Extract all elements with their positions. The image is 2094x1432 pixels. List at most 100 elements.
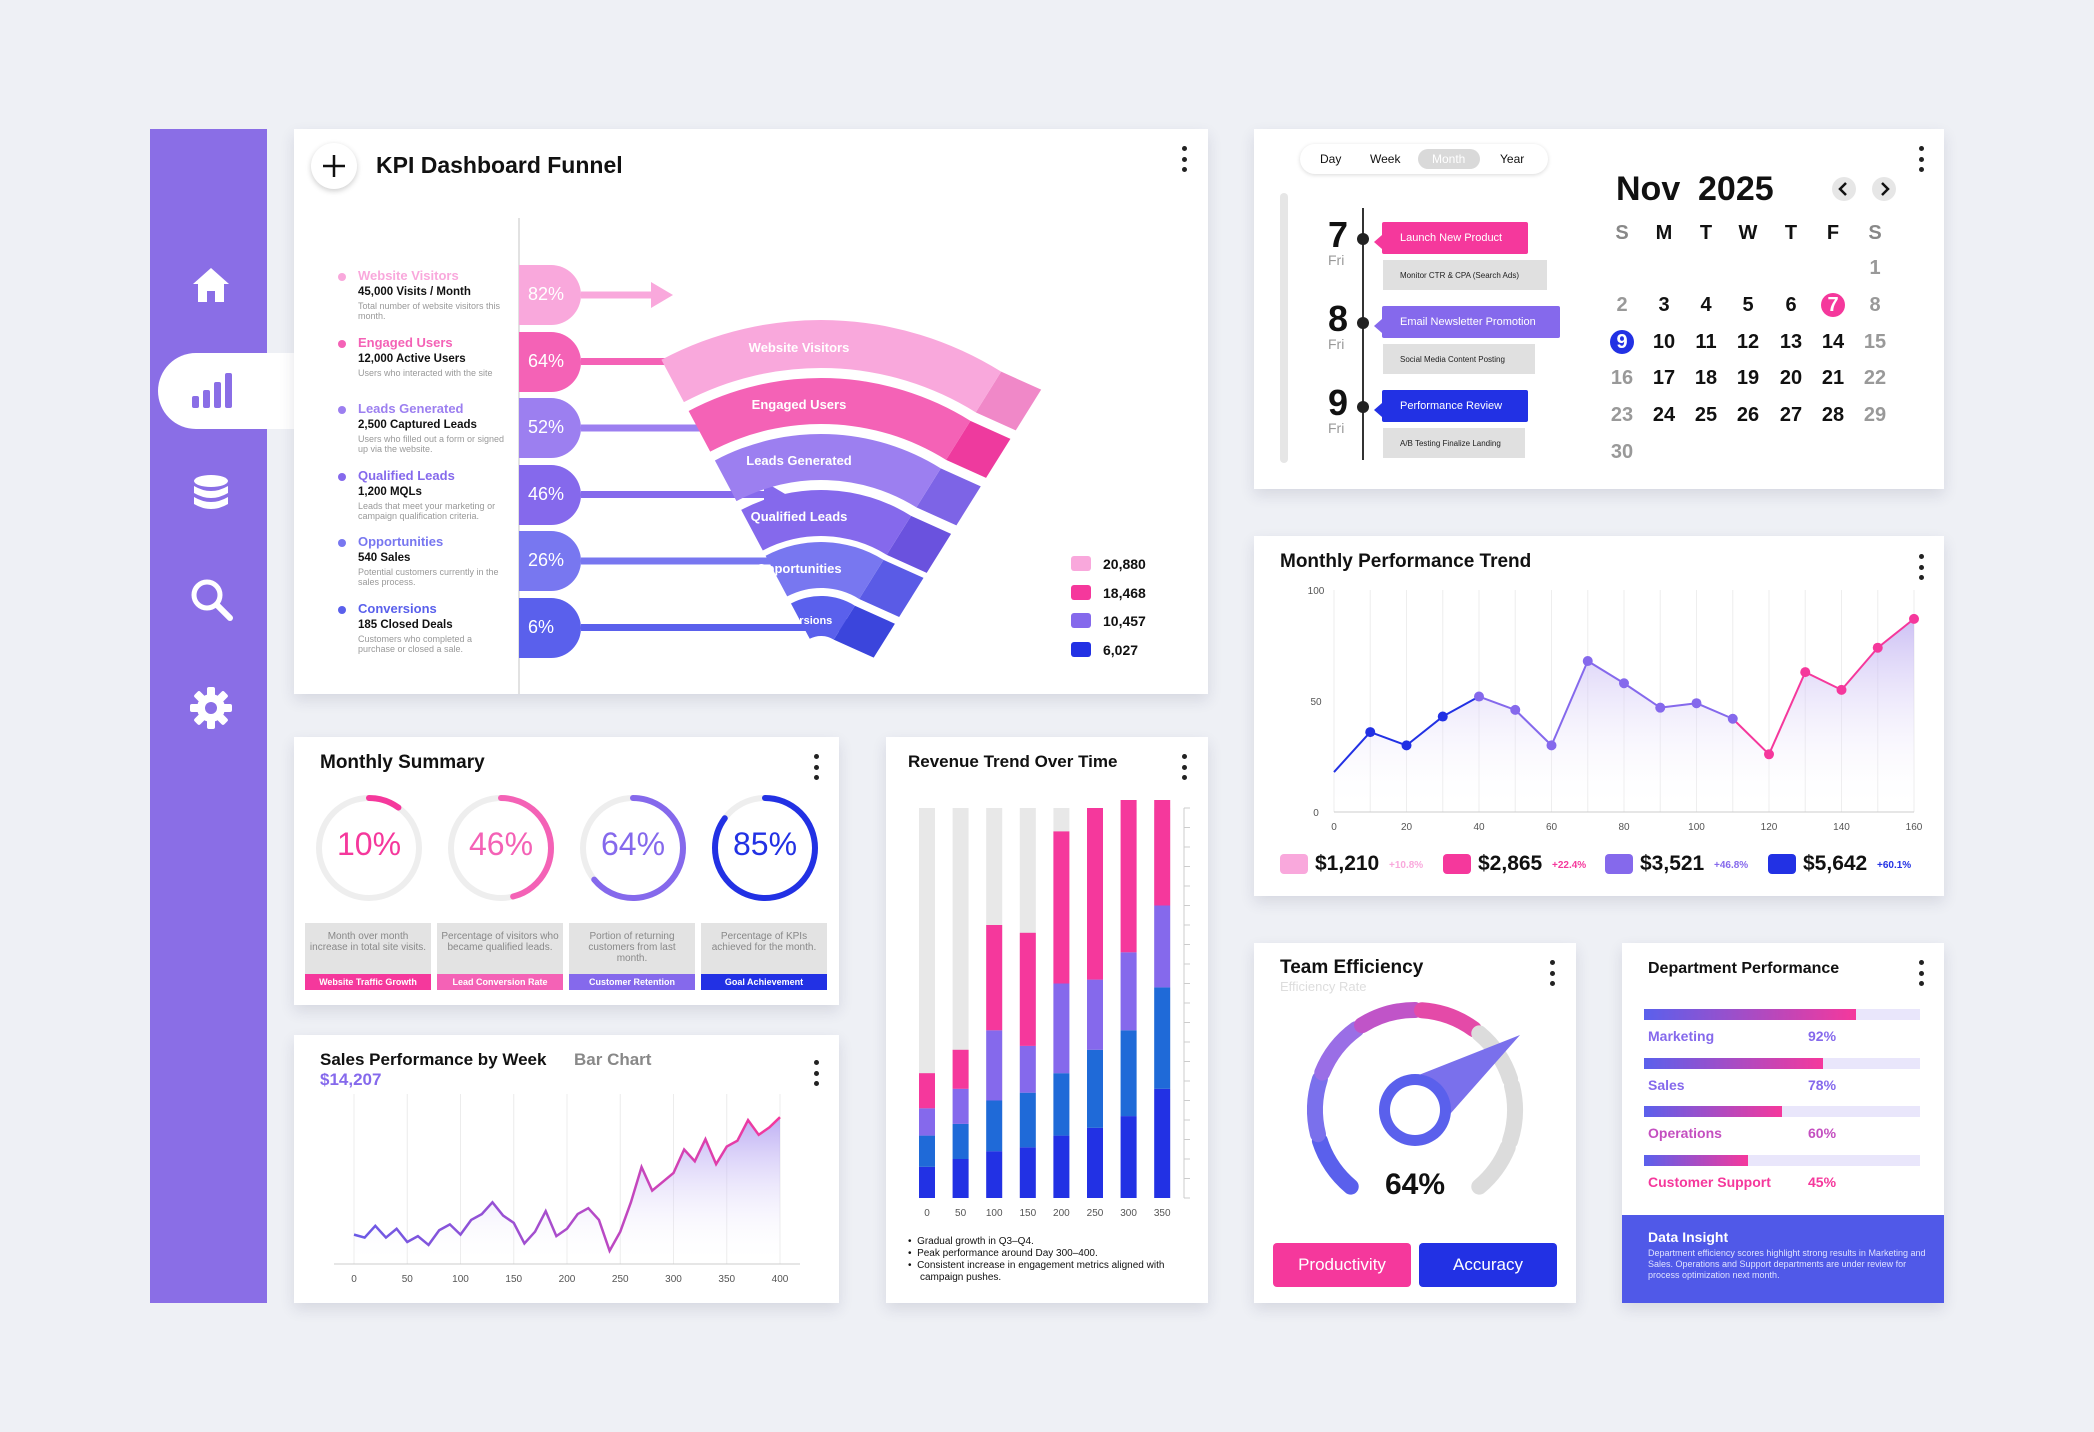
calendar-day[interactable]: 24: [1649, 404, 1679, 427]
weekday-header: W: [1738, 222, 1758, 244]
chevron-right-icon: [1881, 182, 1890, 196]
data-insight-panel: Data Insight Department efficiency score…: [1622, 1215, 1944, 1303]
event-sub-task[interactable]: Monitor CTR & CPA (Search Ads): [1383, 260, 1547, 290]
stage-value: 185 Closed Deals: [358, 618, 453, 631]
calendar-day[interactable]: 20: [1776, 367, 1806, 390]
calendar-day[interactable]: 29: [1860, 404, 1890, 427]
view-week-tab[interactable]: Week: [1370, 152, 1400, 166]
donut-value: 10%: [336, 826, 402, 862]
trend-point: [1836, 684, 1847, 695]
x-tick-label: 300: [665, 1274, 682, 1285]
calendar-day[interactable]: 15: [1860, 331, 1890, 354]
calendar-day[interactable]: 19: [1733, 367, 1763, 390]
bar-segment: [1120, 1030, 1137, 1117]
team-menu-button[interactable]: [1548, 960, 1556, 986]
event-label[interactable]: Launch New Product: [1382, 222, 1528, 254]
legend-value: 6,027: [1103, 642, 1139, 659]
dept-menu-button[interactable]: [1917, 960, 1925, 986]
accuracy-button[interactable]: Accuracy: [1419, 1243, 1557, 1287]
stage-value: 2,500 Captured Leads: [358, 419, 477, 431]
bar-segment: [1019, 1045, 1036, 1093]
calendar-day[interactable]: 17: [1649, 367, 1679, 390]
funnel-segment-label: Engaged Users: [752, 397, 847, 412]
insight-text: Department efficiency scores highlight s…: [1648, 1248, 1926, 1280]
calendar-day[interactable]: 21: [1818, 367, 1848, 390]
x-tick-label: 40: [1473, 822, 1485, 833]
calendar-day[interactable]: 12: [1733, 331, 1763, 354]
bar-segment: [1120, 800, 1137, 953]
search-icon[interactable]: [188, 576, 234, 622]
x-tick-label: 100: [452, 1274, 469, 1285]
calendar-day[interactable]: 18: [1691, 367, 1721, 390]
productivity-button[interactable]: Productivity: [1273, 1243, 1411, 1287]
add-button[interactable]: [311, 143, 357, 189]
view-year-tab[interactable]: Year: [1500, 152, 1524, 166]
bar-segment: [986, 1030, 1003, 1101]
dept-name: Customer Support: [1648, 1173, 1771, 1190]
schedule-scrollbar[interactable]: [1280, 193, 1288, 463]
calendar-day[interactable]: 3: [1649, 294, 1679, 317]
calendar-day[interactable]: 13: [1776, 331, 1806, 354]
funnel-stage-item: Conversions 185 Closed Deals Customers who…: [338, 601, 518, 661]
legend-value: 20,880: [1103, 556, 1146, 572]
calendar-day[interactable]: 30: [1607, 441, 1637, 464]
dept-bar-fill: [1644, 1106, 1782, 1117]
sales-menu-button[interactable]: [812, 1060, 820, 1086]
x-tick-label: 250: [612, 1274, 629, 1285]
bar-segment: [952, 1123, 969, 1159]
next-month-button[interactable]: [1872, 177, 1896, 201]
event-label[interactable]: Performance Review: [1382, 390, 1528, 422]
calendar-day[interactable]: 1: [1860, 257, 1890, 280]
calendar-day[interactable]: 26: [1733, 404, 1763, 427]
stage-description: Total number of website visitors this mo…: [358, 301, 501, 321]
calendar-day[interactable]: 27: [1776, 404, 1806, 427]
bar-segment: [952, 1159, 969, 1198]
gear-icon[interactable]: [188, 685, 234, 731]
calendar-day[interactable]: 14: [1818, 331, 1848, 354]
bar-chart-icon[interactable]: [188, 368, 234, 414]
home-icon[interactable]: [188, 262, 234, 308]
database-icon[interactable]: [188, 472, 234, 518]
funnel-menu-button[interactable]: [1180, 146, 1188, 172]
bar-segment: [1154, 987, 1171, 1089]
revenue-menu-button[interactable]: [1180, 754, 1188, 780]
stage-name: Website Visitors: [358, 268, 459, 283]
summary-menu-button[interactable]: [812, 754, 820, 780]
trend-point: [1727, 713, 1738, 724]
trend-point: [1582, 656, 1593, 667]
summary-tile: Portion of returning customers from last…: [569, 923, 695, 990]
calendar-day[interactable]: 2: [1607, 294, 1637, 317]
calendar-day[interactable]: 5: [1733, 294, 1763, 317]
x-tick-label: 100: [1688, 822, 1705, 833]
calendar-day[interactable]: 28: [1818, 404, 1848, 427]
calendar-day[interactable]: 7: [1818, 294, 1848, 317]
view-month-tab[interactable]: Month: [1432, 152, 1465, 166]
calendar-day[interactable]: 6: [1776, 294, 1806, 317]
stage-description: Leads that meet your marketing or campai…: [358, 500, 496, 521]
event-sub-task[interactable]: A/B Testing Finalize Landing: [1383, 428, 1525, 458]
calendar-day[interactable]: 22: [1860, 367, 1890, 390]
stage-value: 12,000 Active Users: [358, 352, 466, 365]
stage-value: 540 Sales: [358, 552, 411, 564]
view-day-tab[interactable]: Day: [1320, 152, 1341, 166]
calendar-day[interactable]: 23: [1607, 404, 1637, 427]
calendar-day[interactable]: 25: [1691, 404, 1721, 427]
stat-change: +10.8%: [1389, 860, 1424, 871]
x-tick-label: 200: [1053, 1208, 1070, 1219]
stage-pct-pill: 82%: [519, 265, 581, 325]
summary-title: Monthly Summary: [320, 752, 485, 773]
calendar-day[interactable]: 4: [1691, 294, 1721, 317]
calendar-day[interactable]: 16: [1607, 367, 1637, 390]
calendar-day[interactable]: 8: [1860, 294, 1890, 317]
event-label[interactable]: Email Newsletter Promotion: [1382, 306, 1560, 338]
summary-tile: Percentage of KPIs achieved for the mont…: [701, 923, 827, 990]
prev-month-button[interactable]: [1832, 177, 1856, 201]
dept-pct: 45%: [1808, 1173, 1837, 1190]
trend-menu-button[interactable]: [1917, 554, 1925, 580]
calendar-day[interactable]: 9: [1607, 331, 1637, 354]
sales-title: Sales Performance by Week: [320, 1050, 547, 1069]
calendar-day[interactable]: 10: [1649, 331, 1679, 354]
calendar-day[interactable]: 11: [1691, 331, 1721, 354]
event-sub-task[interactable]: Social Media Content Posting: [1383, 344, 1535, 374]
calendar-menu-button[interactable]: [1917, 146, 1925, 172]
